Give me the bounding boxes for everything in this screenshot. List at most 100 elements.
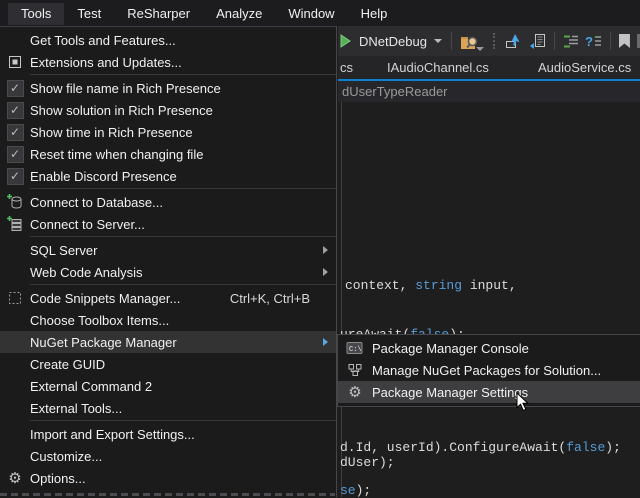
menu-item-label: Create GUID	[30, 357, 320, 372]
menu-item-enable-discord-presence[interactable]: ✓ Enable Discord Presence	[0, 165, 336, 187]
menu-item-options[interactable]: ⚙ Options...	[0, 467, 336, 489]
format-help-icon[interactable]: ?	[585, 33, 602, 49]
editor-margin-line	[341, 102, 342, 497]
menu-icon-gutter: C:\	[338, 341, 372, 355]
checkmark-icon: ✓	[7, 146, 24, 163]
gear-icon: ⚙	[8, 471, 21, 486]
menu-item-get-tools-and-features[interactable]: Get Tools and Features...	[0, 29, 336, 51]
menu-item-label: Extensions and Updates...	[30, 55, 320, 70]
run-config-dropdown-chevron[interactable]	[434, 39, 442, 43]
menu-item-extensions-and-updates[interactable]: Extensions and Updates...	[0, 51, 336, 73]
menu-icon-gutter: ✓	[0, 80, 30, 97]
code-segment: input,	[462, 278, 517, 293]
menu-item-reset-time-when-changing-file[interactable]: ✓ Reset time when changing file	[0, 143, 336, 165]
document-tab[interactable]: AudioService.cs	[538, 60, 631, 75]
menu-item-nuget-package-manager[interactable]: NuGet Package Manager	[0, 331, 336, 353]
find-in-files-icon[interactable]	[460, 33, 480, 50]
menu-icon-gutter: ⚙	[338, 385, 372, 400]
menu-icon-gutter	[0, 290, 30, 306]
menu-item-label: Import and Export Settings...	[30, 427, 320, 442]
navigate-cursor-icon[interactable]	[505, 33, 523, 49]
editor-navigation-bar[interactable]: dUserTypeReader	[338, 81, 640, 102]
svg-text:C:\: C:\	[349, 346, 362, 354]
document-tab[interactable]: IAudioChannel.cs	[387, 60, 489, 75]
menu-item-external-tools[interactable]: External Tools...	[0, 397, 336, 419]
code-segment: string	[415, 278, 462, 293]
vs-window: ToolsTestReSharperAnalyzeWindowHelp DNet…	[0, 0, 640, 497]
menu-item-create-guid[interactable]: Create GUID	[0, 353, 336, 375]
menu-item-label: Connect to Database...	[30, 195, 320, 210]
menubar-item-resharper[interactable]: ReSharper	[114, 3, 203, 25]
menubar-item-tools[interactable]: Tools	[8, 3, 64, 25]
menu-item-show-file-name-in-rich-presence[interactable]: ✓Show file name in Rich Presence	[0, 77, 336, 99]
toolbar-separator	[554, 32, 555, 50]
submenu-arrow-icon	[320, 246, 336, 254]
nuget-packages-icon	[347, 362, 363, 378]
copy-document-icon[interactable]	[529, 33, 546, 49]
menu-item-label: Customize...	[30, 449, 320, 464]
menu-item-sql-server[interactable]: SQL Server	[0, 239, 336, 261]
code-line: se);	[340, 483, 371, 498]
menu-item-label: Options...	[30, 471, 320, 486]
code-segment: d.Id, userId).ConfigureAwait(	[340, 440, 566, 455]
menu-item-label: Show solution in Rich Presence	[30, 103, 320, 118]
menu-separator	[30, 188, 336, 189]
extensions-icon	[7, 54, 23, 70]
submenu-arrow-icon	[320, 338, 336, 346]
menu-bar: ToolsTestReSharperAnalyzeWindowHelp	[0, 0, 640, 26]
tools-menu-popup: Get Tools and Features... Extensions and …	[0, 26, 337, 497]
menu-item-show-solution-in-rich-presence[interactable]: ✓Show solution in Rich Presence	[0, 99, 336, 121]
menu-item-code-snippets-manager[interactable]: Code Snippets Manager...Ctrl+K, Ctrl+B	[0, 287, 336, 309]
menu-item-connect-to-database[interactable]: Connect to Database...	[0, 191, 336, 213]
toolbar-drag-handle[interactable]	[493, 33, 497, 49]
menu-item-manage-nuget-packages-for-solution[interactable]: Manage NuGet Packages for Solution...	[338, 359, 640, 381]
menu-item-external-command-2[interactable]: External Command 2	[0, 375, 336, 397]
menu-icon-gutter: ✓	[0, 168, 30, 185]
document-tab[interactable]: cs	[340, 60, 353, 75]
menu-separator	[30, 420, 336, 421]
menu-icon-gutter: ✓	[0, 124, 30, 141]
indent-lines-icon[interactable]	[563, 33, 579, 49]
menubar-item-test[interactable]: Test	[64, 3, 114, 25]
menu-item-show-time-in-rich-presence[interactable]: ✓Show time in Rich Presence	[0, 121, 336, 143]
menu-item-connect-to-server[interactable]: Connect to Server...	[0, 213, 336, 235]
menu-item-import-and-export-settings[interactable]: Import and Export Settings...	[0, 423, 336, 445]
checkmark-icon: ✓	[7, 168, 24, 185]
server-add-icon	[7, 216, 23, 232]
run-config-label[interactable]: DNetDebug	[359, 34, 427, 49]
menu-item-label: Package Manager Settings	[372, 385, 624, 400]
menu-item-label: Package Manager Console	[372, 341, 624, 356]
document-tab-strip: cs IAudioChannel.cs AudioService.cs	[338, 56, 640, 81]
menu-item-label: Enable Discord Presence	[30, 169, 320, 184]
svg-text:?: ?	[585, 34, 593, 49]
menubar-item-analyze[interactable]: Analyze	[203, 3, 275, 25]
menu-item-label: Reset time when changing file	[30, 147, 320, 162]
code-segment: context,	[345, 278, 415, 293]
menu-separator	[30, 284, 336, 285]
mouse-cursor-icon	[516, 392, 529, 415]
console-icon: C:\	[346, 341, 364, 355]
menu-separator	[30, 74, 336, 75]
menubar-item-window[interactable]: Window	[275, 3, 347, 25]
breadcrumb[interactable]: dUserTypeReader	[342, 84, 448, 99]
find-dropdown-chevron[interactable]	[476, 47, 484, 51]
play-icon[interactable]	[339, 34, 352, 48]
menu-item-label: SQL Server	[30, 243, 320, 258]
menu-icon-gutter	[0, 216, 30, 232]
menu-item-customize[interactable]: Customize...	[0, 445, 336, 467]
menu-separator	[30, 236, 336, 237]
code-segment: );	[356, 483, 372, 498]
menu-item-choose-toolbox-items[interactable]: Choose Toolbox Items...	[0, 309, 336, 331]
menu-item-label: Show time in Rich Presence	[30, 125, 320, 140]
menubar-item-help[interactable]: Help	[348, 3, 401, 25]
menu-item-package-manager-settings[interactable]: ⚙Package Manager Settings	[338, 381, 640, 403]
code-segment: se	[340, 483, 356, 498]
snippets-icon	[7, 290, 23, 306]
menu-item-web-code-analysis[interactable]: Web Code Analysis	[0, 261, 336, 283]
bookmark-icon[interactable]	[619, 34, 630, 48]
standard-toolbar: DNetDebug ?	[338, 26, 640, 56]
code-line: dUser);	[340, 455, 395, 470]
menu-item-label: Connect to Server...	[30, 217, 320, 232]
menu-item-package-manager-console[interactable]: C:\ Package Manager Console	[338, 337, 640, 359]
submenu-arrow-icon	[320, 268, 336, 276]
